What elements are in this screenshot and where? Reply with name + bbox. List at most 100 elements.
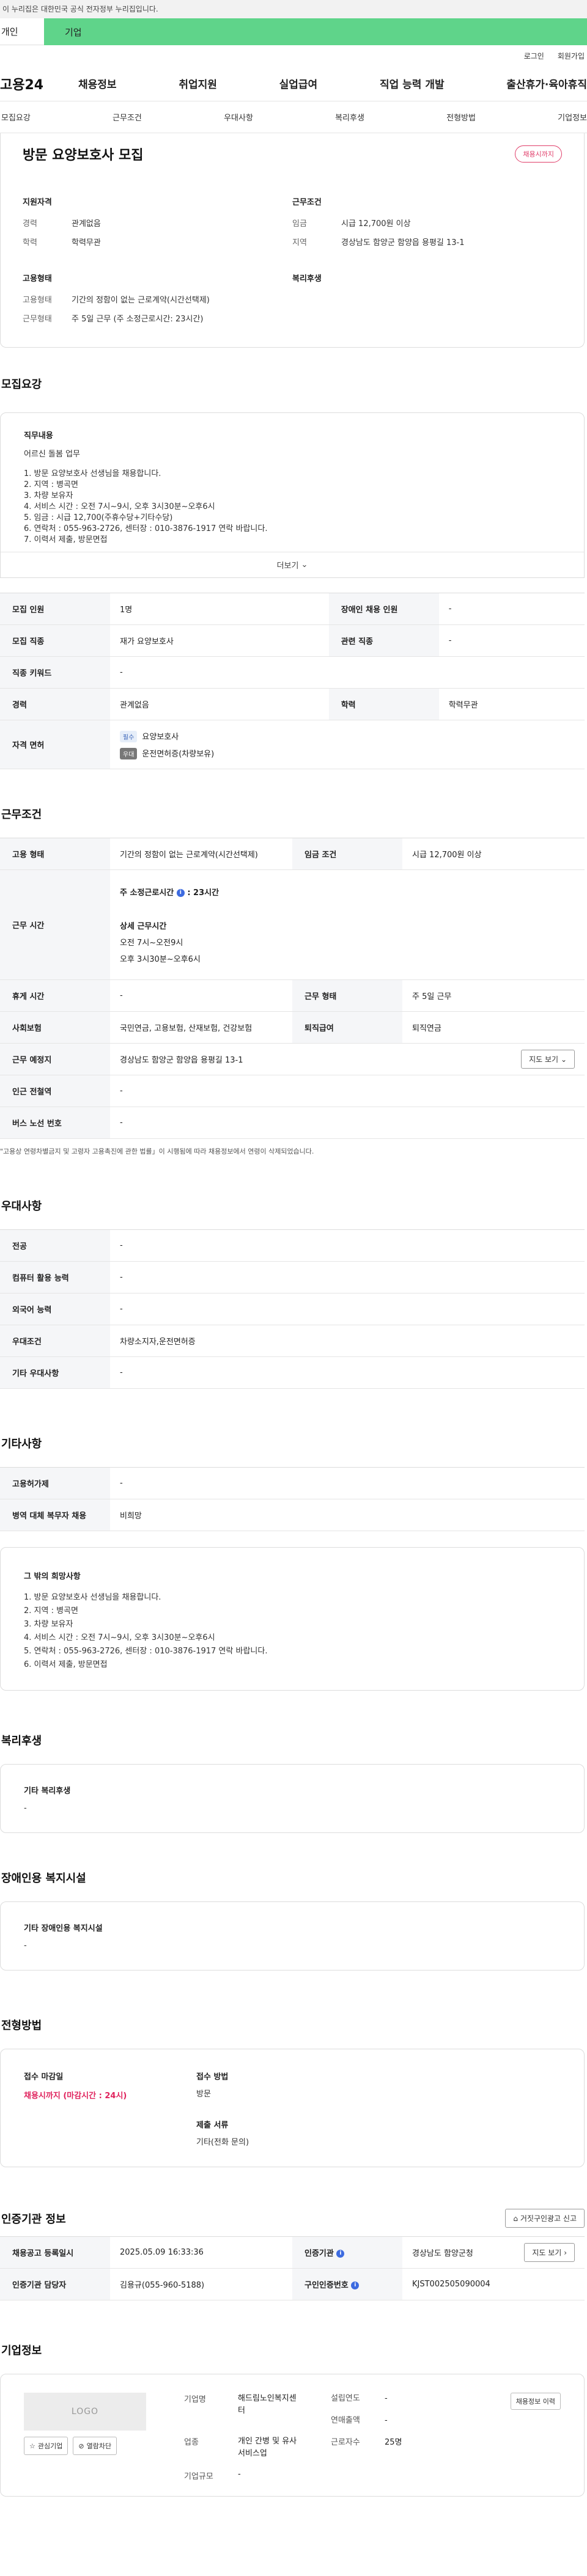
map-button-label: 지도 보기	[529, 1055, 559, 1064]
conditions-title: 근무조건	[1, 808, 42, 821]
cell-value: 주 5일 근무	[402, 979, 585, 1012]
certification-table: 채용공고 등록일시 2025.05.09 16:33:36 인증기관 i 경상남도…	[0, 2236, 585, 2300]
duty-description-box: 직무내용 어르신 돌봄 업무 1. 방문 요양보호사 선생님을 채용합니다. 2…	[0, 412, 585, 578]
gnb-item-employment-support[interactable]: 취업지원	[179, 76, 217, 91]
block-button[interactable]: ⊘ 열람차단	[73, 2437, 117, 2455]
hours-detail-head: 상세 근무시간	[120, 921, 167, 931]
job-summary-card: 방문 요양보호사 모집 채용시까지 지원자격 경력 관계없음 학력 학력무관 근무조…	[0, 133, 585, 348]
signup-link[interactable]: 회원가입	[558, 51, 585, 61]
founded-key: 설립연도	[331, 2394, 360, 2403]
section-subnav: 모집요강 근무조건 우대사항 복리후생 전형방법 기업정보	[0, 101, 587, 133]
more-button[interactable]: 더보기 ⌄	[1, 552, 584, 577]
subnav-preferences[interactable]: 우대사항	[224, 111, 253, 123]
gnb-item-unemployment[interactable]: 실업급여	[279, 76, 318, 91]
interest-button[interactable]: ☆ 관심기업	[24, 2437, 68, 2455]
cell-value: 비희망	[110, 1499, 585, 1531]
welfare-label: 기타 복리후생	[24, 1787, 71, 1796]
duty-line: 3. 차량 보유자	[24, 491, 73, 500]
license-required: 요양보호사	[142, 732, 179, 742]
summary-edu-key: 학력	[23, 238, 37, 247]
cell-value: 2025.05.09 16:33:36	[110, 2236, 292, 2269]
cell-key: 인근 전철역	[0, 1075, 110, 1107]
cell-key: 근무 시간	[0, 869, 110, 980]
star-icon: ☆	[29, 2442, 35, 2450]
duty-line: 1. 방문 요양보호사 선생님을 채용합니다.	[24, 469, 161, 478]
qualification-heading: 지원자격	[23, 198, 52, 207]
map-button[interactable]: 지도 보기 ⌄	[521, 1050, 575, 1069]
hope-line: 1. 방문 요양보호사 선생님을 채용합니다.	[24, 1593, 161, 1602]
subnav-company[interactable]: 기업정보	[558, 111, 587, 123]
user-type-tabs: 개인 기업	[0, 18, 587, 45]
block-icon: ⊘	[78, 2442, 84, 2450]
required-chip: 필수	[120, 730, 138, 742]
cell-value: 시급 12,700원 이상	[402, 838, 585, 870]
map-button[interactable]: 지도 보기 ›	[524, 2243, 575, 2262]
selection-box: 접수 마감일 채용시까지 (마감시간 : 24시) 접수 방법 방문 제출 서류…	[0, 2049, 585, 2167]
gnb-item-jobs[interactable]: 채용정보	[78, 76, 117, 91]
welfare-heading: 복리후생	[292, 274, 322, 284]
license-cell: 필수 요양보호사 우대 운전면허증(차량보유)	[110, 720, 585, 769]
global-nav: 고용24 채용정보 취업지원 실업급여 직업 능력 개발 출산휴가·육아휴직	[0, 66, 587, 101]
deadline-label: 접수 마감일	[24, 2073, 64, 2082]
org-cell: 경상남도 함양군청 지도 보기 ›	[402, 2236, 585, 2269]
tab-business[interactable]: 기업	[44, 18, 587, 45]
interest-label: 관심기업	[37, 2442, 63, 2450]
hours-cell: 주 소정근로시간 i : 23시간 상세 근무시간 오전 7시~오전9시 오후 …	[110, 869, 585, 980]
deadline-value: 채용시까지 (마감시간 : 24시)	[24, 2091, 127, 2101]
company-box: LOGO ☆ 관심기업 ⊘ 열람차단 기업명 해드림노인복지센 터 설립연도 연매출액 …	[0, 2374, 585, 2497]
info-icon[interactable]: i	[336, 2250, 345, 2258]
size-key: 기업규모	[184, 2472, 213, 2481]
cell-key: 관련 직종	[328, 624, 439, 657]
chevron-down-icon: ⌄	[560, 1055, 567, 1064]
cell-value: -	[438, 624, 585, 657]
report-button[interactable]: ⌂ 거짓구인광고 신고	[505, 2209, 585, 2228]
site-logo[interactable]: 고용24	[0, 74, 78, 93]
duty-line: 어르신 돌봄 업무	[24, 450, 80, 459]
cell-key: 채용공고 등록일시	[0, 2236, 110, 2269]
cell-key: 모집 직종	[0, 624, 110, 657]
hours-detail-line: 오후 3시30분~오후6시	[120, 954, 201, 964]
gnb-item-training[interactable]: 직업 능력 개발	[380, 76, 445, 91]
cell-key: 구인인증번호 i	[292, 2268, 402, 2300]
cell-value: -	[110, 1229, 585, 1262]
cell-key: 자격 면허	[0, 720, 110, 769]
report-button-label: 거짓구인광고 신고	[520, 2214, 577, 2223]
info-icon[interactable]: i	[176, 888, 185, 897]
preferences-table: 전공 - 컴퓨터 활용 능력 - 외국어 능력 - 우대조건 차량소지자,운전면허증 기…	[0, 1229, 585, 1389]
cell-key: 고용허가제	[0, 1467, 110, 1499]
cell-value: 퇴직연금	[402, 1011, 585, 1044]
cell-value: 관계없음	[110, 688, 329, 720]
duty-line: 4. 서비스 시간 : 오전 7시~9시, 오후 3시30분~오후6시	[24, 502, 215, 511]
login-link[interactable]: 로그인	[524, 51, 544, 61]
company-logo: LOGO	[24, 2393, 146, 2431]
gnb-item-leave[interactable]: 출산휴가·육아휴직	[506, 76, 587, 91]
summary-edu-value: 학력무관	[72, 238, 101, 247]
cell-value: -	[110, 979, 292, 1012]
company-name-value: 터	[238, 2406, 245, 2415]
license-preferred: 운전면허증(차량보유)	[142, 749, 215, 759]
hours-total-value: : 23시간	[187, 888, 220, 898]
method-value: 방문	[196, 2090, 211, 2099]
org-key-label: 인증기관	[305, 2249, 334, 2258]
cell-value: KJST002505090004	[402, 2268, 585, 2300]
history-button[interactable]: 채용정보 이력	[510, 2393, 561, 2410]
summary-time-key: 근무형태	[23, 315, 52, 324]
hope-line: 5. 연락처 : 055-963-2726, 센터장 : 010-3876-19…	[24, 1647, 268, 1656]
cell-value: -	[110, 1261, 585, 1293]
subnav-requirements[interactable]: 모집요강	[1, 111, 31, 123]
cell-value: 학력무관	[438, 688, 585, 720]
cell-value: 기간의 정함이 없는 근로계약(시간선택제)	[110, 838, 292, 870]
subnav-welfare[interactable]: 복리후생	[335, 111, 364, 123]
cell-key: 장애인 채용 인원	[328, 593, 439, 625]
cell-value: -	[110, 1356, 585, 1389]
certification-title: 인증기관 정보	[1, 2212, 66, 2226]
requirements-table: 모집 인원 1명 장애인 채용 인원 - 모집 직종 재가 요양보호사 관련 직종 - 직종…	[0, 593, 585, 769]
info-icon[interactable]: i	[351, 2281, 360, 2289]
subnav-selection[interactable]: 전형방법	[446, 111, 476, 123]
cell-key: 고용 형태	[0, 838, 110, 870]
tab-individual[interactable]: 개인	[0, 18, 44, 45]
subnav-conditions[interactable]: 근무조건	[113, 111, 142, 123]
hope-line: 4. 서비스 시간 : 오전 7시~9시, 오후 3시30분~오후6시	[24, 1633, 215, 1642]
company-title: 기업정보	[1, 2344, 42, 2357]
disability-title: 장애인용 복지시설	[1, 1872, 86, 1885]
